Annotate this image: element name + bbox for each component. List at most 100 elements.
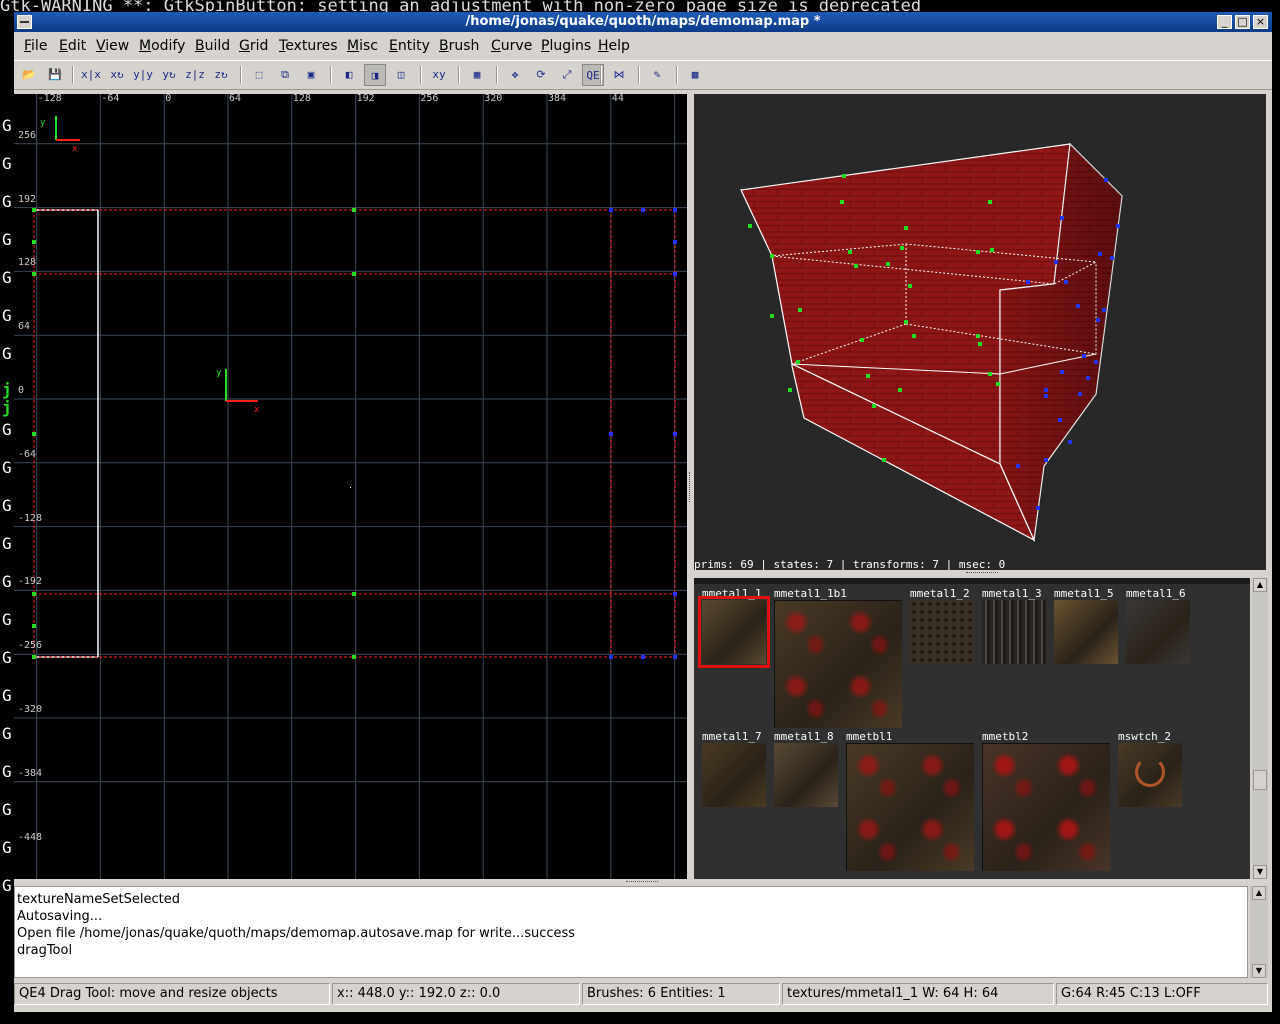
- rotate-y-icon[interactable]: y↻: [158, 64, 180, 86]
- vertex-handle: [352, 655, 356, 659]
- scale-icon[interactable]: ⤢: [556, 64, 578, 86]
- texture-thumbnail[interactable]: [982, 743, 1110, 871]
- camera-3d-view[interactable]: prims: 69 | states: 7 | transforms: 7 | …: [694, 94, 1266, 570]
- view-axis-y-label: y: [40, 118, 46, 128]
- texture-thumbnail[interactable]: [698, 596, 770, 668]
- menu-view[interactable]: View: [96, 38, 129, 54]
- menu-modify[interactable]: Modify: [139, 38, 185, 54]
- rotate-z-icon[interactable]: z↻: [210, 64, 232, 86]
- select-touching-icon[interactable]: ⧉: [274, 64, 296, 86]
- texture-thumbnail[interactable]: [774, 600, 902, 728]
- scroll-thumb[interactable]: [1253, 770, 1267, 790]
- status-tool-hint: QE4 Drag Tool: move and resize objects: [14, 983, 330, 1005]
- menu-build[interactable]: Build: [195, 38, 230, 54]
- terminal-margin-letter: G: [2, 838, 12, 857]
- camera-vertex: [1096, 318, 1100, 322]
- camera-vertex: [798, 308, 802, 312]
- patch-icon[interactable]: ✎: [646, 64, 668, 86]
- maximize-button[interactable]: □: [1235, 15, 1250, 29]
- camera-vertex: [770, 314, 774, 318]
- csg-hollow-icon[interactable]: ◫: [390, 64, 412, 86]
- scroll-up-arrow-icon[interactable]: ▲: [1253, 578, 1267, 592]
- menu-misc[interactable]: Misc: [347, 38, 378, 54]
- rotate-icon[interactable]: ⟳: [530, 64, 552, 86]
- texture-thumbnail[interactable]: [982, 600, 1046, 664]
- console-scrollbar[interactable]: ▲ ▼: [1250, 886, 1268, 978]
- texture-label: mmetal1_1b1: [774, 587, 847, 600]
- terminal-margin-letter: G: [2, 458, 12, 477]
- plugin-icon[interactable]: ▩: [684, 64, 706, 86]
- menu-file[interactable]: File: [24, 38, 47, 54]
- console-scroll-down-icon[interactable]: ▼: [1252, 964, 1266, 978]
- camera-vertex: [900, 246, 904, 250]
- camera-vertex: [1036, 506, 1040, 510]
- terminal-margin-letter: G: [2, 420, 12, 439]
- texture-browser[interactable]: mmetal1_1 mmetal1_1b1 mmetal1_2 mmetal1_3 mm…: [694, 578, 1250, 879]
- window-title: /home/jonas/quake/quoth/maps/demomap.map…: [465, 14, 821, 29]
- vertex-handle: [32, 655, 36, 659]
- change-views-icon[interactable]: xy: [428, 64, 450, 86]
- camera-vertex: [1086, 376, 1090, 380]
- vertex-handle: [673, 592, 677, 596]
- texture-thumbnail[interactable]: [1126, 600, 1190, 664]
- rotate-x-icon[interactable]: x↻: [106, 64, 128, 86]
- status-brush-count: Brushes: 6 Entities: 1: [582, 983, 780, 1005]
- ruler-label-y: 192: [18, 193, 37, 205]
- texture-label: mmetal1_7: [702, 730, 762, 743]
- menu-edit[interactable]: Edit: [59, 38, 86, 54]
- clipper-icon[interactable]: ⋈: [608, 64, 630, 86]
- console-line: Autosaving...: [17, 909, 103, 924]
- vertex-handle: [673, 272, 677, 276]
- flip-y-icon[interactable]: y|y: [132, 64, 154, 86]
- csg-merge-icon[interactable]: ◨: [364, 64, 386, 86]
- texture-thumbnail[interactable]: [1118, 743, 1182, 807]
- select-inside-icon[interactable]: ▣: [300, 64, 322, 86]
- horizontal-splitter[interactable]: [694, 570, 1268, 578]
- camera-vertex: [1026, 280, 1030, 284]
- console-splitter[interactable]: [14, 879, 1272, 886]
- menu-entity[interactable]: Entity: [389, 38, 430, 54]
- camera-vertex: [1064, 280, 1068, 284]
- console-scroll-up-icon[interactable]: ▲: [1252, 886, 1266, 900]
- ruler-label-x: 44: [611, 94, 624, 104]
- open-icon[interactable]: 📂: [18, 64, 40, 86]
- terminal-margin-letter: G: [2, 116, 12, 135]
- vertical-splitter[interactable]: [687, 94, 694, 879]
- texture-scrollbar[interactable]: ▲ ▼: [1252, 578, 1268, 879]
- scroll-down-arrow-icon[interactable]: ▼: [1253, 865, 1267, 879]
- csg-subtract-icon[interactable]: ◧: [338, 64, 360, 86]
- camera-vertex: [1044, 394, 1048, 398]
- ruler-label-x: 320: [484, 94, 503, 104]
- texture-thumbnail[interactable]: [910, 600, 974, 664]
- select-complete-icon[interactable]: ⬚: [248, 64, 270, 86]
- title-bar[interactable]: /home/jonas/quake/quoth/maps/demomap.map…: [14, 12, 1272, 32]
- minimize-button[interactable]: _: [1217, 15, 1232, 29]
- menu-textures[interactable]: Textures: [279, 38, 338, 54]
- camera-vertex: [1094, 360, 1098, 364]
- texture-thumbnail[interactable]: [702, 743, 766, 807]
- vertex-handle: [32, 432, 36, 436]
- camera-vertex: [976, 334, 980, 338]
- vertex-handle: [673, 432, 677, 436]
- texture-thumbnail[interactable]: [1054, 600, 1118, 664]
- menu-plugins[interactable]: Plugins: [541, 38, 591, 54]
- terminal-margin-letter: G: [2, 724, 12, 743]
- xy-grid-view[interactable]: y x y x -192 -128 -64 0 64 128 192 256 320 384 44 256 1…: [14, 94, 687, 879]
- menu-grid[interactable]: Grid: [239, 38, 268, 54]
- flip-z-icon[interactable]: z|z: [184, 64, 206, 86]
- save-icon[interactable]: 💾: [44, 64, 66, 86]
- translate-icon[interactable]: ✥: [504, 64, 526, 86]
- console-log[interactable]: textureNameSetSelected Autosaving... Open …: [14, 886, 1248, 978]
- texture-thumbnail[interactable]: [846, 743, 974, 871]
- flip-x-icon[interactable]: x|x: [80, 64, 102, 86]
- camera-vertex: [1044, 388, 1048, 392]
- texture-thumbnail[interactable]: [774, 743, 838, 807]
- close-button[interactable]: ×: [1253, 15, 1268, 29]
- camera-vertex: [1116, 224, 1120, 228]
- menu-curve[interactable]: Curve: [491, 38, 532, 54]
- menu-help[interactable]: Help: [598, 38, 630, 54]
- camera-vertex: [996, 382, 1000, 386]
- ruler-label-y: -128: [18, 512, 43, 524]
- texture-view-icon[interactable]: ▦: [466, 64, 488, 86]
- menu-brush[interactable]: Brush: [439, 38, 479, 54]
